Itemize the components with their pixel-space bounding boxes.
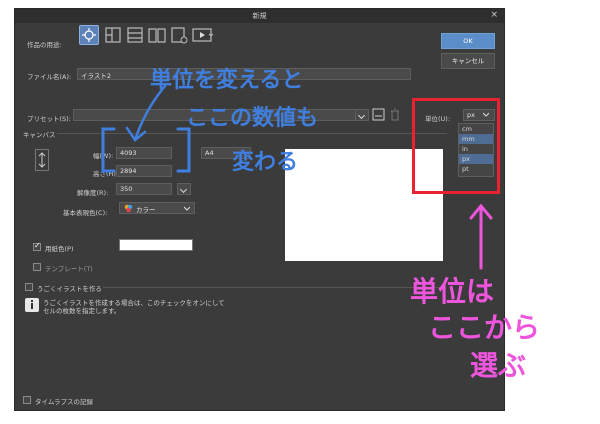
resolution-chevron-icon[interactable] [177, 183, 191, 195]
file-name-label: ファイル名(A): [27, 73, 72, 81]
bookbinding-icon[interactable] [169, 25, 189, 45]
right-bracket-icon [174, 126, 194, 174]
height-input[interactable]: 2894 [116, 165, 172, 177]
animation-label: うごくイラストを作る [37, 285, 102, 293]
annotation-blue-line1: 単位を変えると [150, 68, 304, 93]
timelapse-label: タイムラプスの記録 [35, 398, 94, 406]
purpose-label: 作品の用途: [27, 41, 62, 49]
title-bar: 新規 × [15, 9, 504, 23]
animation-info-line2: セルの枚数を指定します。 [43, 307, 121, 315]
illust-icon[interactable] [79, 25, 99, 45]
resolution-input[interactable]: 350 [116, 183, 172, 195]
cancel-button[interactable]: キャンセル [441, 53, 495, 69]
ok-button[interactable]: OK [441, 33, 495, 49]
paper-color-label: 用紙色(P) [45, 245, 74, 253]
timelapse-checkbox[interactable] [23, 396, 31, 404]
paper-color-swatch[interactable] [119, 239, 193, 251]
template-checkbox[interactable] [33, 263, 41, 271]
book-icon[interactable] [147, 25, 167, 45]
web-comic-icon[interactable] [125, 25, 145, 45]
annotation-pink-line2: ここから [428, 311, 541, 344]
swap-orientation-icon[interactable] [35, 149, 49, 171]
animation-divider [103, 287, 443, 288]
comic-icon[interactable] [103, 25, 123, 45]
annotation-blue-line2: ここの数値も [186, 106, 319, 131]
color-palette-icon [124, 204, 133, 213]
color-mode-value: カラー [136, 206, 156, 214]
preset-label: プリセット(S): [27, 115, 71, 123]
trash-icon[interactable] [389, 108, 401, 121]
template-label: テンプレート(T) [45, 265, 93, 273]
annotation-up-arrow-icon [466, 200, 496, 270]
color-mode-chevron-icon[interactable] [183, 206, 191, 212]
unit-highlight-box [412, 98, 500, 194]
info-icon [25, 298, 39, 312]
animation-checkbox[interactable] [25, 283, 33, 291]
resolution-label: 解像度(R): [77, 189, 109, 197]
preset-chevron-icon[interactable] [355, 109, 369, 121]
color-mode-label: 基本表現色(C): [63, 209, 108, 217]
save-preset-icon[interactable] [372, 108, 385, 121]
annotation-pink-line1: 単位は [410, 275, 495, 308]
animation-icon[interactable] [191, 25, 214, 45]
annotation-blue-line3: 変わる [232, 150, 299, 175]
canvas-section-title: キャンバス [23, 131, 56, 139]
left-bracket-icon [98, 126, 118, 174]
close-icon[interactable]: × [490, 10, 498, 20]
annotation-pink-line3: 選ぶ [470, 349, 527, 382]
dialog-title: 新規 [252, 12, 267, 20]
paper-color-checkbox[interactable] [33, 241, 41, 251]
